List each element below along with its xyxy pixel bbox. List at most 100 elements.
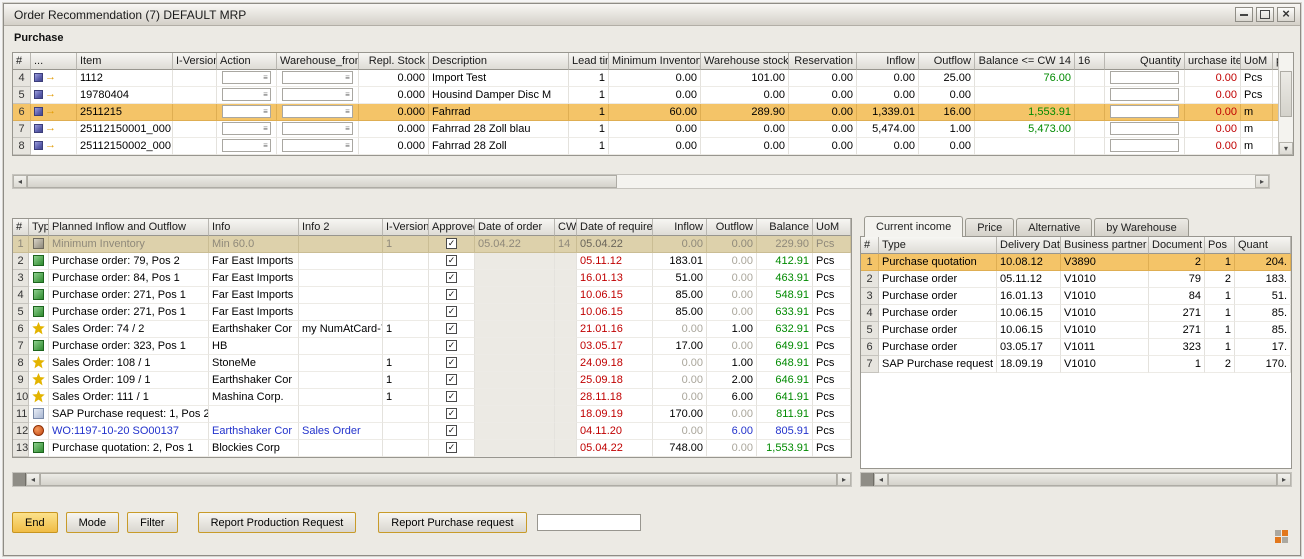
scroll-right-icon[interactable] bbox=[1277, 473, 1291, 486]
choose-from-list-input[interactable] bbox=[282, 71, 353, 84]
link-arrow-icon[interactable] bbox=[45, 121, 56, 136]
column-header-typ[interactable]: Typ bbox=[29, 219, 49, 236]
column-header-0[interactable]: # bbox=[861, 237, 879, 254]
scroll-left-icon[interactable] bbox=[26, 473, 40, 486]
quantity-input[interactable] bbox=[1110, 88, 1179, 101]
column-freeze-handle[interactable] bbox=[13, 473, 26, 486]
table-row[interactable]: 10Sales Order: 111 / 1Mashina Corp.128.1… bbox=[13, 389, 851, 406]
approved-checkbox[interactable] bbox=[446, 289, 457, 300]
link-arrow-icon[interactable] bbox=[45, 70, 56, 85]
column-header-uom[interactable]: UoM bbox=[813, 219, 851, 236]
link-arrow-icon[interactable] bbox=[45, 138, 56, 153]
column-header-pos[interactable]: Pos bbox=[1205, 237, 1235, 254]
income-horizontal-scrollbar[interactable] bbox=[860, 472, 1292, 487]
column-freeze-handle[interactable] bbox=[861, 473, 874, 486]
choose-from-list-icon[interactable] bbox=[343, 72, 352, 83]
column-header-inflow[interactable]: Inflow bbox=[653, 219, 707, 236]
table-row[interactable]: 9Sales Order: 109 / 1Earthshaker Cor125.… bbox=[13, 372, 851, 389]
choose-from-list-icon[interactable] bbox=[261, 140, 270, 151]
table-row[interactable]: 4Purchase order10.06.15V1010271185. bbox=[861, 305, 1291, 322]
titlebar[interactable]: Order Recommendation (7) DEFAULT MRP bbox=[4, 4, 1300, 26]
column-header-urchase-item[interactable]: urchase item bbox=[1185, 53, 1241, 70]
column-header-quant[interactable]: Quant bbox=[1235, 237, 1291, 254]
approved-checkbox[interactable] bbox=[446, 442, 457, 453]
quantity-input[interactable] bbox=[1110, 71, 1179, 84]
column-header-i-version[interactable]: I-Version bbox=[173, 53, 217, 70]
choose-from-list-input[interactable] bbox=[282, 139, 353, 152]
tab-alternative[interactable]: Alternative bbox=[1016, 218, 1092, 237]
approved-checkbox[interactable] bbox=[446, 255, 457, 266]
table-row[interactable]: 7Purchase order: 323, Pos 1HB03.05.1717.… bbox=[13, 338, 851, 355]
table-row[interactable]: 5Purchase order10.06.15V1010271185. bbox=[861, 322, 1291, 339]
table-row[interactable]: 2Purchase order: 79, Pos 2Far East Impor… bbox=[13, 253, 851, 270]
column-header-1[interactable]: ... bbox=[31, 53, 77, 70]
approved-checkbox[interactable] bbox=[446, 272, 457, 283]
filter-button[interactable]: Filter bbox=[127, 512, 177, 533]
approved-checkbox[interactable] bbox=[446, 374, 457, 385]
column-header-0[interactable]: # bbox=[13, 53, 31, 70]
tab-price[interactable]: Price bbox=[965, 218, 1014, 237]
planned-horizontal-scrollbar[interactable] bbox=[12, 472, 852, 487]
table-row[interactable]: 411120.000Import Test10.00101.000.000.00… bbox=[13, 70, 1278, 87]
column-header-minimum-inventory[interactable]: Minimum Inventory bbox=[609, 53, 701, 70]
column-header-info-2[interactable]: Info 2 bbox=[299, 219, 383, 236]
choose-from-list-icon[interactable] bbox=[343, 89, 352, 100]
table-row[interactable]: 3Purchase order: 84, Pos 1Far East Impor… bbox=[13, 270, 851, 287]
column-header-balance[interactable]: Balance bbox=[757, 219, 813, 236]
link-arrow-icon[interactable] bbox=[45, 104, 56, 119]
table-row[interactable]: 11SAP Purchase request: 1, Pos 218.09.19… bbox=[13, 406, 851, 423]
table-row[interactable]: 4Purchase order: 271, Pos 1Far East Impo… bbox=[13, 287, 851, 304]
column-header-lead-time[interactable]: Lead time bbox=[569, 53, 609, 70]
quantity-input[interactable] bbox=[1110, 139, 1179, 152]
column-header-delivery-date[interactable]: Delivery Date bbox=[997, 237, 1061, 254]
table-row[interactable]: 13Purchase quotation: 2, Pos 1Blockies C… bbox=[13, 440, 851, 457]
choose-from-list-input[interactable] bbox=[222, 71, 271, 84]
choose-from-list-icon[interactable] bbox=[343, 140, 352, 151]
table-row[interactable]: 3Purchase order16.01.13V101084151. bbox=[861, 288, 1291, 305]
approved-checkbox[interactable] bbox=[446, 391, 457, 402]
items-horizontal-scrollbar[interactable] bbox=[12, 174, 1270, 189]
approved-checkbox[interactable] bbox=[446, 425, 457, 436]
column-header-balance-cw-14[interactable]: Balance <= CW 14 bbox=[975, 53, 1075, 70]
table-row[interactable]: 5Purchase order: 271, Pos 1Far East Impo… bbox=[13, 304, 851, 321]
report-purchase-request-button[interactable]: Report Purchase request bbox=[378, 512, 526, 533]
table-row[interactable]: 8Sales Order: 108 / 1StoneMe124.09.180.0… bbox=[13, 355, 851, 372]
table-row[interactable]: 625112150.000Fahrrad160.00289.900.001,33… bbox=[13, 104, 1278, 121]
choose-from-list-input[interactable] bbox=[282, 122, 353, 135]
column-header-warehouse-from[interactable]: Warehouse_from bbox=[277, 53, 359, 70]
column-header-repl-stock[interactable]: Repl. Stock bbox=[359, 53, 429, 70]
footer-input[interactable] bbox=[537, 514, 641, 531]
choose-from-list-input[interactable] bbox=[222, 122, 271, 135]
mode-button[interactable]: Mode bbox=[66, 512, 120, 533]
end-button[interactable]: End bbox=[12, 512, 58, 533]
quantity-input[interactable] bbox=[1110, 122, 1179, 135]
column-header-i-version[interactable]: I-Version bbox=[383, 219, 429, 236]
column-header-cw[interactable]: CW bbox=[555, 219, 577, 236]
scroll-left-icon[interactable] bbox=[874, 473, 888, 486]
report-production-request-button[interactable]: Report Production Request bbox=[198, 512, 357, 533]
approved-checkbox[interactable] bbox=[446, 340, 457, 351]
choose-from-list-icon[interactable] bbox=[261, 106, 270, 117]
choose-from-list-input[interactable] bbox=[222, 88, 271, 101]
approved-checkbox[interactable] bbox=[446, 238, 457, 249]
column-header-type[interactable]: Type bbox=[879, 237, 997, 254]
table-row[interactable]: 2Purchase order05.11.12V1010792183. bbox=[861, 271, 1291, 288]
scrollbar-thumb[interactable] bbox=[1280, 71, 1292, 117]
choose-from-list-input[interactable] bbox=[282, 105, 353, 118]
column-header-document[interactable]: Document bbox=[1149, 237, 1205, 254]
column-header-action[interactable]: Action bbox=[217, 53, 277, 70]
column-header-description[interactable]: Description bbox=[429, 53, 569, 70]
choose-from-list-icon[interactable] bbox=[261, 72, 270, 83]
quantity-input[interactable] bbox=[1110, 105, 1179, 118]
table-row[interactable]: 7SAP Purchase request18.09.19V101012170. bbox=[861, 356, 1291, 373]
column-header-warehouse-stock[interactable]: Warehouse stock bbox=[701, 53, 789, 70]
choose-from-list-input[interactable] bbox=[222, 139, 271, 152]
tab-by-warehouse[interactable]: by Warehouse bbox=[1094, 218, 1189, 237]
column-header-uom[interactable]: UoM bbox=[1241, 53, 1273, 70]
choose-from-list-icon[interactable] bbox=[343, 123, 352, 134]
table-row[interactable]: 12WO:1197-10-20 SO00137Earthshaker CorSa… bbox=[13, 423, 851, 440]
scrollbar-thumb[interactable] bbox=[27, 175, 617, 188]
vertical-scrollbar[interactable] bbox=[1278, 53, 1293, 155]
column-header-outflow[interactable]: Outflow bbox=[919, 53, 975, 70]
minimize-icon[interactable] bbox=[1235, 7, 1253, 22]
